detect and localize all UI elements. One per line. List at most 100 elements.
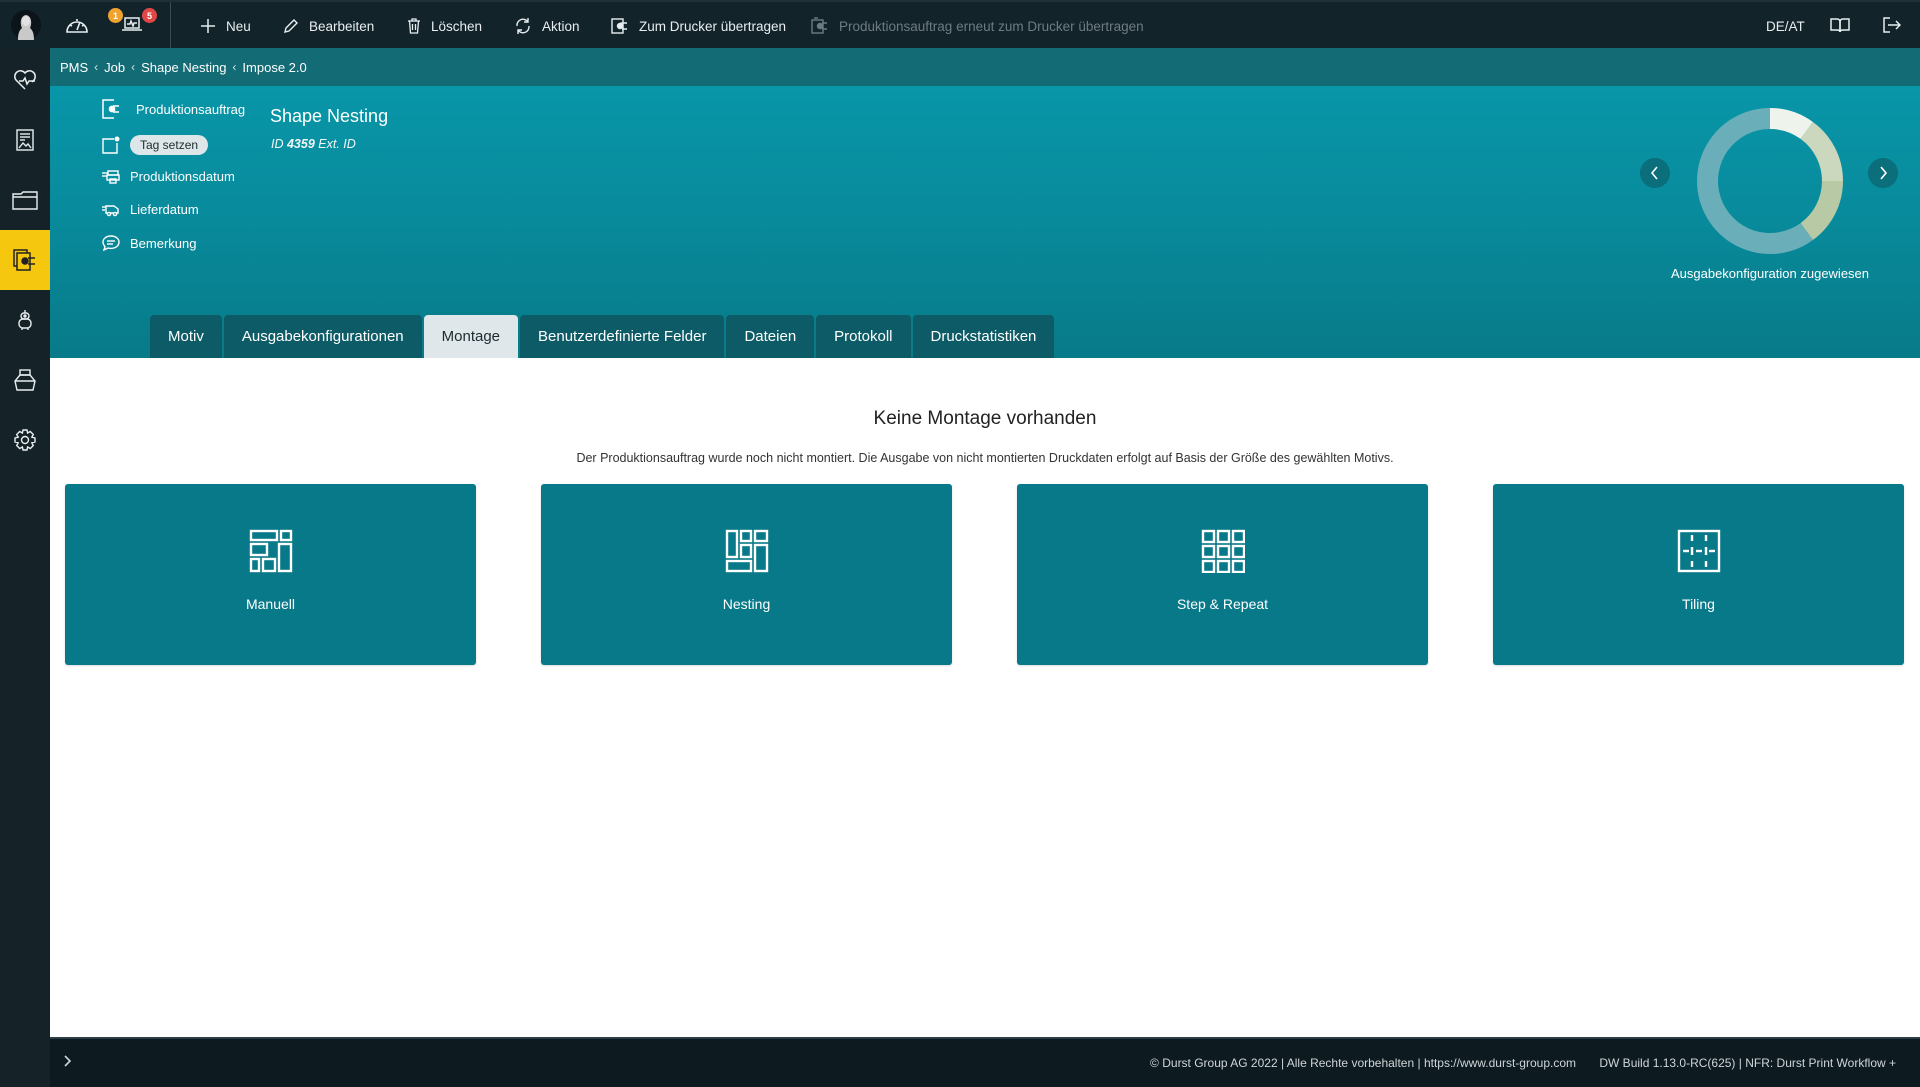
- order-type: Produktionsauftrag: [102, 99, 245, 119]
- breadcrumb: PMS ‹ Job ‹ Shape Nesting ‹ Impose 2.0: [50, 48, 1920, 86]
- sidebar-item-motifs[interactable]: [0, 110, 50, 170]
- breadcrumb-item-job[interactable]: Job: [104, 60, 125, 75]
- status-donut-chart: [1697, 108, 1843, 255]
- montage-option-step-repeat[interactable]: Step & Repeat: [1017, 484, 1428, 665]
- delivery-truck-icon: [102, 204, 119, 216]
- locale-selector[interactable]: DE/AT: [1766, 2, 1805, 50]
- refresh-icon: [516, 18, 530, 34]
- resend-to-printer-icon: [811, 17, 827, 34]
- breadcrumb-item-pms[interactable]: PMS: [60, 60, 88, 75]
- delivery-date-label: Lieferdatum: [130, 202, 199, 217]
- warning-count-badge: 1: [108, 8, 123, 23]
- ink-bottle-icon: [14, 369, 36, 391]
- order-type-label: Produktionsauftrag: [136, 101, 246, 117]
- sidebar: [0, 48, 50, 1087]
- monitor-notifications-icon[interactable]: [122, 16, 142, 37]
- montage-option-manual[interactable]: Manuell: [65, 484, 476, 665]
- tab-custom-fields[interactable]: Benutzerdefinierte Felder: [520, 315, 725, 358]
- plus-icon: [201, 19, 215, 33]
- footer: © Durst Group AG 2022 | Alle Rechte vorb…: [50, 1037, 1920, 1087]
- card-label: Manuell: [245, 596, 296, 612]
- card-label: Tiling: [1682, 596, 1715, 612]
- remark-field[interactable]: Bemerkung: [102, 235, 196, 251]
- empty-state-title: Keine Montage vorhanden: [873, 408, 1097, 429]
- edit-button[interactable]: Bearbeiten: [283, 2, 374, 50]
- card-label: Nesting: [722, 596, 771, 612]
- tag-row: Tag setzen: [102, 135, 209, 155]
- ext-id-label: Ext. ID: [318, 137, 356, 151]
- pencil-icon: [284, 19, 298, 33]
- breadcrumb-separator-icon: ‹: [232, 60, 237, 74]
- next-status-button[interactable]: [1868, 158, 1898, 188]
- card-label: Step & Repeat: [1176, 596, 1269, 612]
- tag-add-icon: [102, 136, 120, 154]
- delivery-date-field[interactable]: Lieferdatum: [102, 202, 199, 217]
- image-document-icon: [16, 129, 34, 151]
- delete-button-label: Löschen: [431, 18, 483, 34]
- footer-build-info: DW Build 1.13.0-RC(625) | NFR: Durst Pri…: [1599, 1056, 1896, 1070]
- resend-to-printer-button: Produktionsauftrag erneut zum Drucker üb…: [811, 2, 1144, 50]
- logout-icon[interactable]: [1883, 17, 1902, 38]
- status-donut-label: Ausgabekonfiguration zugewiesen: [1670, 266, 1870, 281]
- dashboard-gauge-icon[interactable]: [64, 14, 90, 41]
- donut-segment-2: [1800, 181, 1843, 241]
- user-avatar[interactable]: [10, 6, 42, 44]
- comment-bubble-icon: [102, 235, 120, 251]
- tiling-icon: [1677, 529, 1721, 573]
- id-prefix: ID: [271, 137, 284, 151]
- empty-state-description: Der Produktionsauftrag wurde noch nicht …: [576, 451, 1394, 465]
- production-date-field[interactable]: Produktionsdatum: [102, 169, 235, 184]
- tab-output-configurations[interactable]: Ausgabekonfigurationen: [223, 315, 422, 358]
- manual-book-icon[interactable]: [1830, 17, 1850, 38]
- new-button-label: Neu: [226, 18, 251, 34]
- action-button-label: Aktion: [542, 18, 580, 34]
- tab-print-statistics[interactable]: Druckstatistiken: [912, 315, 1055, 358]
- breadcrumb-item-shape-nesting[interactable]: Shape Nesting: [141, 60, 226, 75]
- printer-icon: [102, 169, 120, 184]
- trash-icon: [408, 18, 420, 34]
- breadcrumb-item-current: Impose 2.0: [242, 59, 307, 75]
- step-repeat-grid-icon: [1201, 529, 1245, 573]
- sidebar-item-ink[interactable]: [0, 350, 50, 410]
- send-to-printer-button[interactable]: Zum Drucker übertragen: [611, 2, 786, 50]
- previous-status-button[interactable]: [1640, 158, 1670, 188]
- id-value: 4359: [286, 137, 315, 151]
- chevron-right-icon: [1880, 166, 1888, 180]
- remark-label: Bemerkung: [130, 235, 197, 251]
- donut-segment-1: [1800, 121, 1843, 181]
- production-order-header: Produktionsauftrag Shape Nesting ID 4359…: [50, 86, 1920, 358]
- montage-option-tiling[interactable]: Tiling: [1493, 484, 1904, 665]
- breadcrumb-separator-icon: ‹: [131, 60, 136, 74]
- sidebar-item-jobs[interactable]: [0, 170, 50, 230]
- sidebar-item-health[interactable]: [0, 50, 50, 110]
- production-order-icon: [102, 99, 119, 119]
- send-to-printer-icon: [611, 18, 627, 34]
- montage-option-nesting[interactable]: Nesting: [541, 484, 952, 665]
- heart-pulse-icon: [14, 70, 36, 90]
- toolbar-divider: [170, 2, 171, 50]
- edit-button-label: Bearbeiten: [309, 18, 375, 34]
- folder-icon: [12, 191, 38, 210]
- tab-motiv[interactable]: Motiv: [150, 315, 222, 358]
- set-tag-button[interactable]: Tag setzen: [130, 135, 209, 155]
- manual-layout-icon: [249, 529, 293, 573]
- alert-count-badge: 5: [142, 8, 157, 23]
- gear-icon: [14, 429, 36, 451]
- resend-to-printer-label: Produktionsauftrag erneut zum Drucker üb…: [839, 18, 1144, 34]
- tab-montage[interactable]: Montage: [423, 315, 519, 358]
- tab-protocol[interactable]: Protokoll: [816, 315, 911, 358]
- production-order-icon: [13, 249, 35, 271]
- nesting-layout-icon: [725, 529, 769, 573]
- footer-copyright: © Durst Group AG 2022 | Alle Rechte vorb…: [1150, 1056, 1576, 1070]
- tab-files[interactable]: Dateien: [726, 315, 815, 358]
- robot-icon: [18, 310, 32, 330]
- sidebar-item-production-orders[interactable]: [0, 230, 50, 290]
- sidebar-item-robot[interactable]: [0, 290, 50, 350]
- action-button[interactable]: Aktion: [514, 2, 580, 50]
- production-date-label: Produktionsdatum: [130, 169, 235, 184]
- job-id: ID 4359 Ext. ID: [271, 137, 356, 151]
- expand-sidebar-chevron-icon[interactable]: [62, 1054, 72, 1071]
- new-button[interactable]: Neu: [200, 2, 251, 50]
- delete-button[interactable]: Löschen: [407, 2, 482, 50]
- sidebar-item-settings[interactable]: [0, 410, 50, 470]
